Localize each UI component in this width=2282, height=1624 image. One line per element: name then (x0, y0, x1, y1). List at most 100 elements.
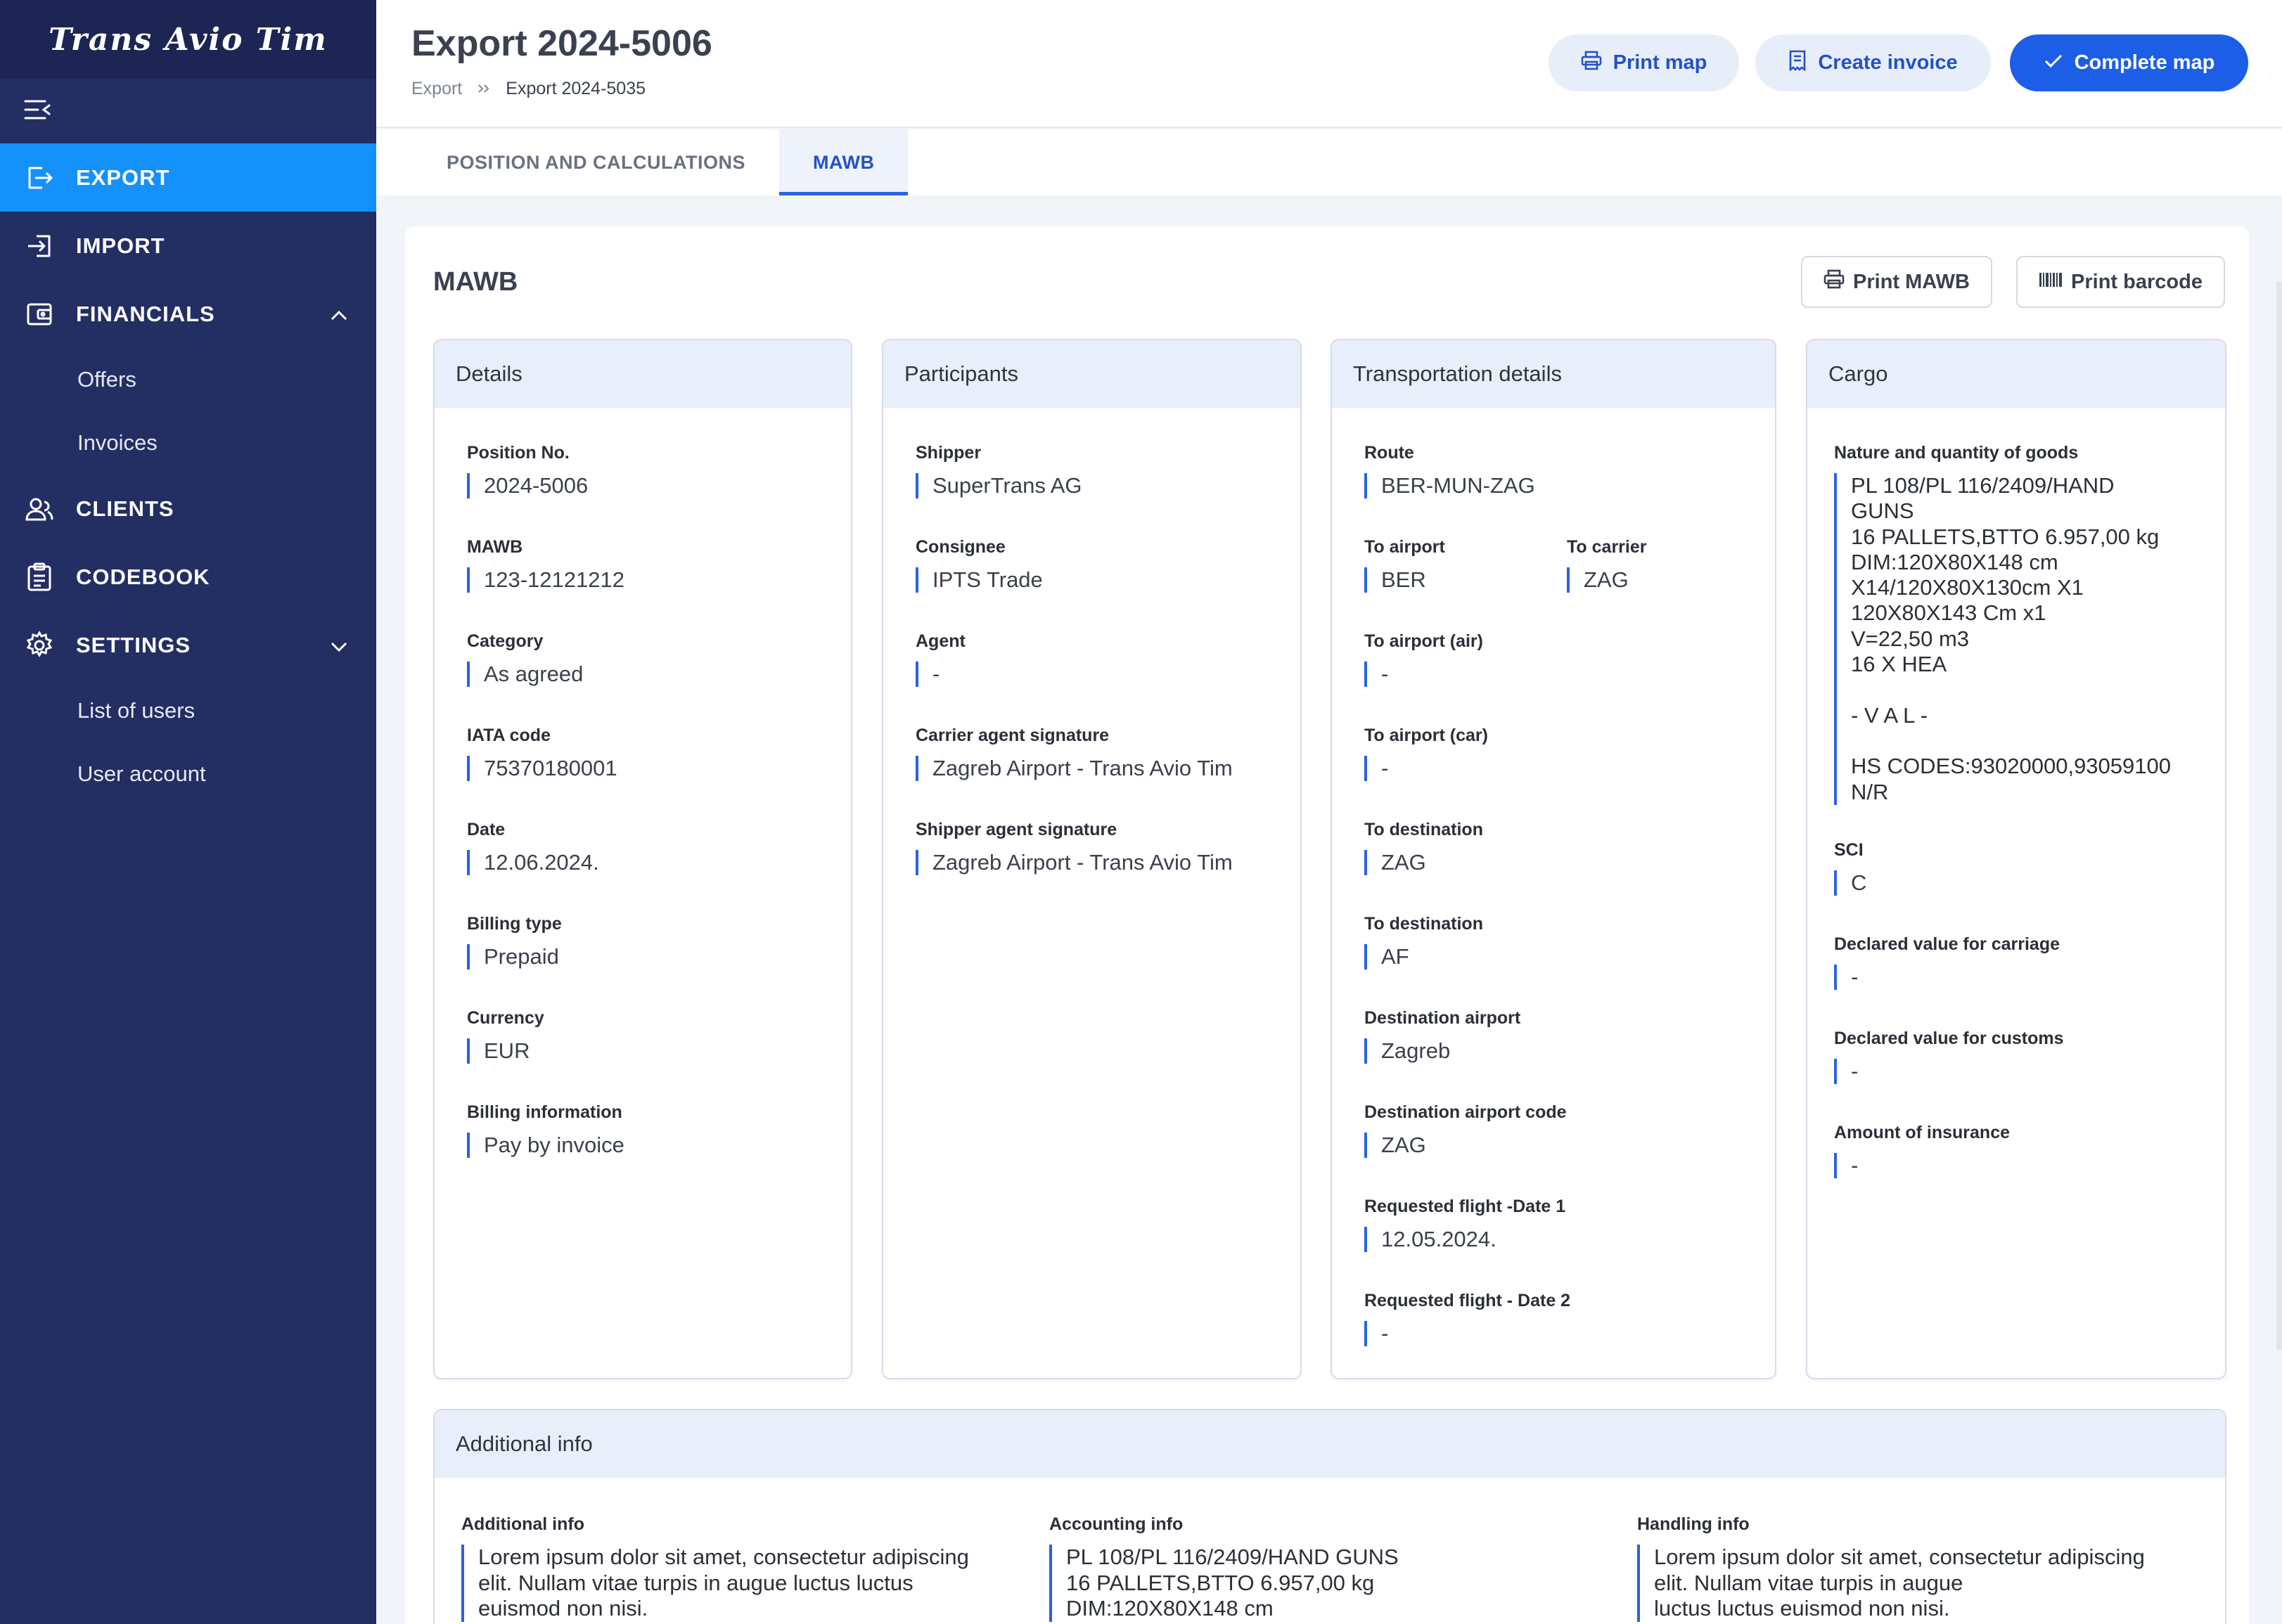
chevron-down-icon[interactable] (330, 633, 348, 658)
scrollbar[interactable] (2276, 281, 2282, 1350)
printer-icon (1823, 269, 1845, 295)
field-billing-information: Billing information Pay by invoice (467, 1102, 851, 1197)
sidebar-item-clients[interactable]: CLIENTS (0, 475, 376, 543)
panel-title: Additional info (435, 1410, 2225, 1478)
field-value: - (1364, 756, 1775, 781)
field-to-airport-air: To airport (air) - (1364, 631, 1775, 726)
field-label: Amount of insurance (1834, 1122, 2011, 1142)
field-destination-airport: Destination airport Zagreb (1364, 1008, 1775, 1102)
field-to-destination: To destination ZAG (1364, 820, 1775, 914)
field-to-destination-2: To destination AF (1364, 914, 1775, 1008)
export-icon (24, 162, 55, 193)
field-label: To airport (car) (1364, 726, 1488, 745)
sidebar-item-export[interactable]: EXPORT (0, 143, 376, 212)
field-label: Shipper (916, 443, 982, 463)
sidebar-subitem-user-account[interactable]: User account (0, 742, 376, 806)
field-label: Billing information (467, 1102, 622, 1122)
field-carrier-agent-signature: Carrier agent signature Zagreb Airport - … (916, 726, 1300, 820)
field-label: Route (1364, 443, 1414, 463)
logo[interactable]: Trans Avio Tim (0, 0, 376, 79)
field-label: To destination (1364, 820, 1483, 839)
sidebar-subitem-offers[interactable]: Offers (0, 348, 376, 411)
invoice-icon (1788, 50, 1807, 77)
section-title: MAWB (433, 267, 518, 297)
tab-mawb[interactable]: MAWB (779, 129, 909, 195)
tab-position-and-calculations[interactable]: POSITION AND CALCULATIONS (413, 129, 779, 195)
field-to-airport-car: To airport (car) - (1364, 726, 1775, 820)
print-mawb-button[interactable]: Print MAWB (1801, 256, 1992, 308)
complete-map-button[interactable]: Complete map (2010, 34, 2248, 91)
collapse-sidebar-button[interactable] (0, 79, 376, 143)
mawb-card: MAWB Print MAWB Print barcode Details Po… (405, 226, 2249, 1624)
field-category: Category As agreed (467, 631, 851, 726)
breadcrumb-link-export[interactable]: Export (411, 79, 462, 99)
details-panel: Details Position No. 2024-5006 MAWB 123-12… (433, 339, 852, 1379)
chevron-up-icon[interactable] (330, 302, 348, 327)
field-value: PL 108/PL 116/2409/HAND GUNS 16 PALLETS,… (1834, 473, 2200, 805)
field-value: 12.05.2024. (1364, 1227, 1775, 1252)
field-label: Carrier agent signature (916, 726, 1110, 745)
sidebar-item-import[interactable]: IMPORT (0, 212, 376, 280)
field-value: EUR (467, 1038, 851, 1064)
field-destination-airport-code: Destination airport code ZAG (1364, 1102, 1775, 1197)
check-icon (2044, 51, 2063, 75)
field-declared-value-customs: Declared value for customs - (1834, 1029, 2225, 1123)
print-barcode-button[interactable]: Print barcode (2016, 256, 2225, 308)
sidebar-item-financials[interactable]: FINANCIALS (0, 280, 376, 348)
field-value: ZAG (1567, 567, 1769, 593)
field-label: Destination airport (1364, 1008, 1521, 1028)
sidebar-item-codebook[interactable]: CODEBOOK (0, 543, 376, 611)
sidebar-subitem-label: Invoices (77, 430, 158, 455)
page-title: Export 2024-5006 (411, 23, 712, 64)
field-value: - (1834, 1152, 2225, 1178)
cargo-panel: Cargo Nature and quantity of goods PL 10… (1806, 339, 2226, 1379)
field-value: Lorem ipsum dolor sit amet, consectetur … (461, 1545, 1010, 1622)
field-value: - (1834, 1058, 2225, 1084)
panel-title: Participants (883, 340, 1300, 408)
sidebar-item-settings[interactable]: SETTINGS (0, 611, 376, 679)
print-map-button[interactable]: Print map (1549, 34, 1739, 91)
field-label: Currency (467, 1008, 544, 1028)
field-label: To airport (1364, 537, 1445, 557)
field-billing-type: Billing type Prepaid (467, 914, 851, 1008)
field-label: To carrier (1567, 537, 1647, 557)
field-position-no: Position No. 2024-5006 (467, 443, 851, 537)
sidebar-subitem-label: List of users (77, 698, 195, 723)
field-currency: Currency EUR (467, 1008, 851, 1102)
transportation-details-panel: Transportation details Route BER-MUN-ZAG … (1331, 339, 1776, 1379)
logo-text: Trans Avio Tim (49, 21, 328, 58)
field-label: Date (467, 820, 506, 839)
details-list: Position No. 2024-5006 MAWB 123-12121212 C… (435, 408, 851, 1197)
breadcrumb: Export Export 2024-5035 (411, 79, 646, 99)
sidebar: Trans Avio Tim EXPORT IMPORT FINANCIALS … (0, 0, 376, 1624)
print-mawb-label: Print MAWB (1853, 270, 1970, 293)
print-map-label: Print map (1613, 51, 1707, 74)
field-label: Shipper agent signature (916, 820, 1117, 839)
field-shipper: Shipper SuperTrans AG (916, 443, 1300, 537)
barcode-icon (2039, 271, 2063, 294)
panel-title: Details (435, 340, 851, 408)
field-label: Agent (916, 631, 966, 651)
panel-title: Transportation details (1332, 340, 1775, 408)
field-label: Nature and quantity of goods (1834, 443, 2079, 463)
create-invoice-label: Create invoice (1818, 51, 1958, 74)
field-value: ZAG (1364, 850, 1775, 875)
field-declared-value-carriage: Declared value for carriage - (1834, 934, 2225, 1029)
field-mawb: MAWB 123-12121212 (467, 537, 851, 631)
additional-info-panel: Additional info Additional info Lorem ip… (433, 1409, 2226, 1624)
field-to-airport: To airport BER (1364, 537, 1567, 631)
field-value: 75370180001 (467, 756, 851, 781)
sidebar-subitem-list-of-users[interactable]: List of users (0, 679, 376, 742)
field-nature-of-goods: Nature and quantity of goods PL 108/PL 1… (1834, 443, 2225, 805)
field-label: MAWB (467, 537, 523, 557)
sidebar-subitem-invoices[interactable]: Invoices (0, 411, 376, 475)
field-label: Additional info (461, 1514, 584, 1534)
field-value: ZAG (1364, 1133, 1775, 1158)
field-label: Handling info (1637, 1514, 1750, 1534)
field-date: Date 12.06.2024. (467, 820, 851, 914)
field-to-carrier: To carrier ZAG (1567, 537, 1769, 631)
complete-map-label: Complete map (2074, 51, 2215, 74)
create-invoice-button[interactable]: Create invoice (1755, 34, 1991, 91)
menu-collapse-icon (24, 98, 52, 124)
participants-list: Shipper SuperTrans AG Consignee IPTS Trade… (883, 408, 1300, 914)
